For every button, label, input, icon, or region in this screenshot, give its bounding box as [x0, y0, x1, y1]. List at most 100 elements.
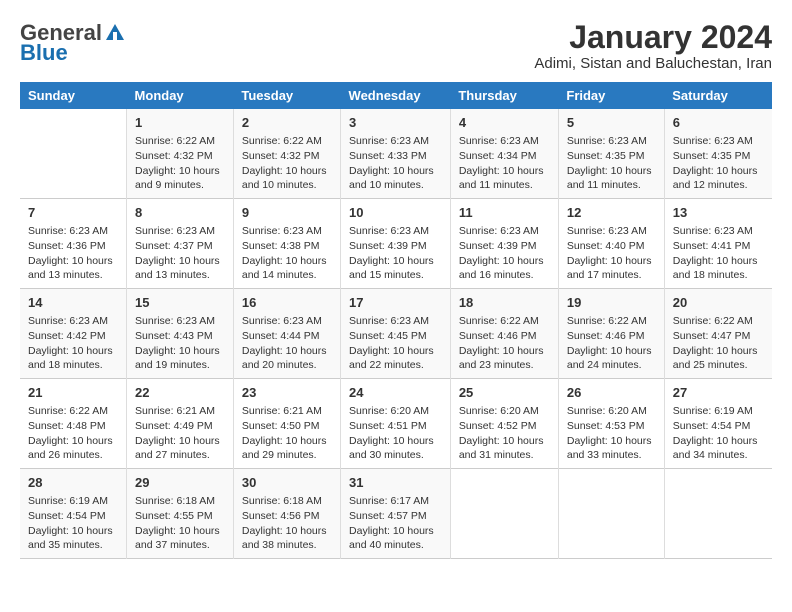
header-sunday: Sunday	[20, 82, 127, 109]
calendar-cell: 27 Sunrise: 6:19 AM Sunset: 4:54 PM Dayli…	[664, 379, 772, 469]
calendar-cell: 13Sunrise: 6:23 AM Sunset: 4:41 PM Dayli…	[664, 199, 772, 289]
day-number: 9	[242, 204, 332, 222]
calendar-cell: 20 Sunrise: 6:22 AM Sunset: 4:47 PM Dayli…	[664, 289, 772, 379]
day-info: Sunrise: 6:22 AM Sunset: 4:32 PM Dayligh…	[135, 134, 225, 193]
calendar-cell: 25 Sunrise: 6:20 AM Sunset: 4:52 PM Dayli…	[450, 379, 558, 469]
day-info: Sunrise: 6:23 AM Sunset: 4:45 PM Dayligh…	[349, 314, 442, 373]
calendar-cell: 31Sunrise: 6:17 AM Sunset: 4:57 PM Dayli…	[341, 468, 451, 558]
calendar-week-row: 1 Sunrise: 6:22 AM Sunset: 4:32 PM Daylig…	[20, 109, 772, 198]
day-number: 26	[567, 384, 656, 402]
calendar-cell: 26 Sunrise: 6:20 AM Sunset: 4:53 PM Dayli…	[558, 379, 664, 469]
day-info: Sunrise: 6:23 AM Sunset: 4:37 PM Dayligh…	[135, 224, 225, 283]
calendar-week-row: 7Sunrise: 6:23 AM Sunset: 4:36 PM Daylig…	[20, 199, 772, 289]
day-number: 17	[349, 294, 442, 312]
day-number: 23	[242, 384, 332, 402]
logo-blue: Blue	[20, 40, 68, 66]
calendar-cell: 4Sunrise: 6:23 AM Sunset: 4:34 PM Daylig…	[450, 109, 558, 198]
calendar-cell: 15Sunrise: 6:23 AM Sunset: 4:43 PM Dayli…	[127, 289, 234, 379]
calendar-cell: 24Sunrise: 6:20 AM Sunset: 4:51 PM Dayli…	[341, 379, 451, 469]
day-info: Sunrise: 6:19 AM Sunset: 4:54 PM Dayligh…	[28, 494, 118, 553]
calendar-cell: 7Sunrise: 6:23 AM Sunset: 4:36 PM Daylig…	[20, 199, 127, 289]
calendar-cell: 23 Sunrise: 6:21 AM Sunset: 4:50 PM Dayli…	[233, 379, 340, 469]
calendar-cell: 2 Sunrise: 6:22 AM Sunset: 4:32 PM Daylig…	[233, 109, 340, 198]
calendar-cell: 9 Sunrise: 6:23 AM Sunset: 4:38 PM Daylig…	[233, 199, 340, 289]
day-info: Sunrise: 6:22 AM Sunset: 4:47 PM Dayligh…	[673, 314, 764, 373]
calendar-cell: 10 Sunrise: 6:23 AM Sunset: 4:39 PM Dayli…	[341, 199, 451, 289]
calendar-cell: 19Sunrise: 6:22 AM Sunset: 4:46 PM Dayli…	[558, 289, 664, 379]
day-number: 12	[567, 204, 656, 222]
day-info: Sunrise: 6:23 AM Sunset: 4:39 PM Dayligh…	[349, 224, 442, 283]
day-info: Sunrise: 6:23 AM Sunset: 4:41 PM Dayligh…	[673, 224, 764, 283]
day-info: Sunrise: 6:23 AM Sunset: 4:38 PM Dayligh…	[242, 224, 332, 283]
header-friday: Friday	[558, 82, 664, 109]
day-info: Sunrise: 6:23 AM Sunset: 4:39 PM Dayligh…	[459, 224, 550, 283]
calendar-week-row: 21 Sunrise: 6:22 AM Sunset: 4:48 PM Dayli…	[20, 379, 772, 469]
day-info: Sunrise: 6:18 AM Sunset: 4:56 PM Dayligh…	[242, 494, 332, 553]
day-number: 1	[135, 114, 225, 132]
day-number: 18	[459, 294, 550, 312]
calendar-cell: 14 Sunrise: 6:23 AM Sunset: 4:42 PM Dayli…	[20, 289, 127, 379]
day-info: Sunrise: 6:23 AM Sunset: 4:43 PM Dayligh…	[135, 314, 225, 373]
day-info: Sunrise: 6:23 AM Sunset: 4:35 PM Dayligh…	[567, 134, 656, 193]
calendar-cell: 16 Sunrise: 6:23 AM Sunset: 4:44 PM Dayli…	[233, 289, 340, 379]
calendar-header-row: SundayMondayTuesdayWednesdayThursdayFrid…	[20, 82, 772, 109]
header-saturday: Saturday	[664, 82, 772, 109]
day-info: Sunrise: 6:19 AM Sunset: 4:54 PM Dayligh…	[673, 404, 764, 463]
day-number: 19	[567, 294, 656, 312]
day-number: 20	[673, 294, 764, 312]
header-tuesday: Tuesday	[233, 82, 340, 109]
day-info: Sunrise: 6:22 AM Sunset: 4:32 PM Dayligh…	[242, 134, 332, 193]
calendar-cell: 30 Sunrise: 6:18 AM Sunset: 4:56 PM Dayli…	[233, 468, 340, 558]
day-info: Sunrise: 6:23 AM Sunset: 4:34 PM Dayligh…	[459, 134, 550, 193]
day-number: 28	[28, 474, 118, 492]
calendar-cell: 21 Sunrise: 6:22 AM Sunset: 4:48 PM Dayli…	[20, 379, 127, 469]
day-number: 30	[242, 474, 332, 492]
calendar-table: SundayMondayTuesdayWednesdayThursdayFrid…	[20, 82, 772, 559]
calendar-cell	[558, 468, 664, 558]
day-info: Sunrise: 6:23 AM Sunset: 4:42 PM Dayligh…	[28, 314, 118, 373]
day-number: 29	[135, 474, 225, 492]
day-info: Sunrise: 6:22 AM Sunset: 4:46 PM Dayligh…	[459, 314, 550, 373]
header-wednesday: Wednesday	[341, 82, 451, 109]
calendar-cell: 8 Sunrise: 6:23 AM Sunset: 4:37 PM Daylig…	[127, 199, 234, 289]
calendar-cell: 22 Sunrise: 6:21 AM Sunset: 4:49 PM Dayli…	[127, 379, 234, 469]
calendar-cell: 28 Sunrise: 6:19 AM Sunset: 4:54 PM Dayli…	[20, 468, 127, 558]
day-number: 7	[28, 204, 118, 222]
day-info: Sunrise: 6:20 AM Sunset: 4:53 PM Dayligh…	[567, 404, 656, 463]
day-number: 6	[673, 114, 764, 132]
day-number: 22	[135, 384, 225, 402]
day-info: Sunrise: 6:20 AM Sunset: 4:52 PM Dayligh…	[459, 404, 550, 463]
day-info: Sunrise: 6:21 AM Sunset: 4:49 PM Dayligh…	[135, 404, 225, 463]
day-info: Sunrise: 6:23 AM Sunset: 4:40 PM Dayligh…	[567, 224, 656, 283]
day-number: 10	[349, 204, 442, 222]
calendar-week-row: 14 Sunrise: 6:23 AM Sunset: 4:42 PM Dayli…	[20, 289, 772, 379]
day-number: 25	[459, 384, 550, 402]
day-number: 8	[135, 204, 225, 222]
day-number: 5	[567, 114, 656, 132]
calendar-cell: 6 Sunrise: 6:23 AM Sunset: 4:35 PM Daylig…	[664, 109, 772, 198]
month-year-title: January 2024	[534, 20, 772, 55]
day-info: Sunrise: 6:18 AM Sunset: 4:55 PM Dayligh…	[135, 494, 225, 553]
day-info: Sunrise: 6:23 AM Sunset: 4:35 PM Dayligh…	[673, 134, 764, 193]
day-number: 27	[673, 384, 764, 402]
header-thursday: Thursday	[450, 82, 558, 109]
calendar-cell	[664, 468, 772, 558]
day-info: Sunrise: 6:23 AM Sunset: 4:33 PM Dayligh…	[349, 134, 442, 193]
day-number: 3	[349, 114, 442, 132]
calendar-cell: 11 Sunrise: 6:23 AM Sunset: 4:39 PM Dayli…	[450, 199, 558, 289]
day-number: 2	[242, 114, 332, 132]
calendar-cell: 17 Sunrise: 6:23 AM Sunset: 4:45 PM Dayli…	[341, 289, 451, 379]
calendar-cell: 5 Sunrise: 6:23 AM Sunset: 4:35 PM Daylig…	[558, 109, 664, 198]
calendar-cell: 1 Sunrise: 6:22 AM Sunset: 4:32 PM Daylig…	[127, 109, 234, 198]
day-number: 21	[28, 384, 118, 402]
calendar-cell	[450, 468, 558, 558]
day-number: 16	[242, 294, 332, 312]
day-info: Sunrise: 6:22 AM Sunset: 4:48 PM Dayligh…	[28, 404, 118, 463]
day-number: 11	[459, 204, 550, 222]
day-info: Sunrise: 6:23 AM Sunset: 4:44 PM Dayligh…	[242, 314, 332, 373]
day-number: 14	[28, 294, 118, 312]
calendar-week-row: 28 Sunrise: 6:19 AM Sunset: 4:54 PM Dayli…	[20, 468, 772, 558]
day-number: 24	[349, 384, 442, 402]
calendar-cell: 3 Sunrise: 6:23 AM Sunset: 4:33 PM Daylig…	[341, 109, 451, 198]
day-info: Sunrise: 6:21 AM Sunset: 4:50 PM Dayligh…	[242, 404, 332, 463]
